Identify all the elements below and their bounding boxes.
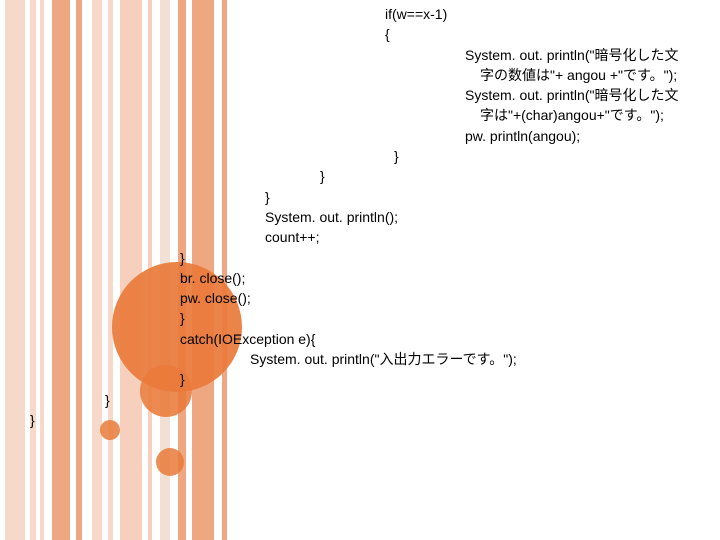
code-line: if(w==x-1): [0, 4, 720, 24]
code-line: {: [0, 24, 720, 44]
code-line: pw. println(angou);: [0, 126, 720, 146]
code-line: }: [0, 308, 720, 328]
code-line: 字の数値は"+ angou +"です。");: [0, 65, 720, 85]
code-line: }: [0, 166, 720, 186]
code-line: }: [0, 146, 720, 166]
code-line: 字は"+(char)angou+"です。");: [0, 105, 720, 125]
code-line: }: [0, 410, 720, 430]
code-line: }: [0, 248, 720, 268]
code-line: }: [0, 187, 720, 207]
code-line: count++;: [0, 227, 720, 247]
code-line: System. out. println("入出力エラーです。");: [0, 349, 720, 369]
code-block: if(w==x-1) { System. out. println("暗号化した…: [0, 0, 720, 430]
code-line: br. close();: [0, 268, 720, 288]
code-line: System. out. println();: [0, 207, 720, 227]
code-line: System. out. println("暗号化した文: [0, 85, 720, 105]
code-line: catch(IOException e){: [0, 329, 720, 349]
code-line: }: [0, 369, 720, 389]
code-line: System. out. println("暗号化した文: [0, 45, 720, 65]
code-line: }: [0, 390, 720, 410]
bubble-small-2: [156, 448, 184, 476]
code-line: pw. close();: [0, 288, 720, 308]
